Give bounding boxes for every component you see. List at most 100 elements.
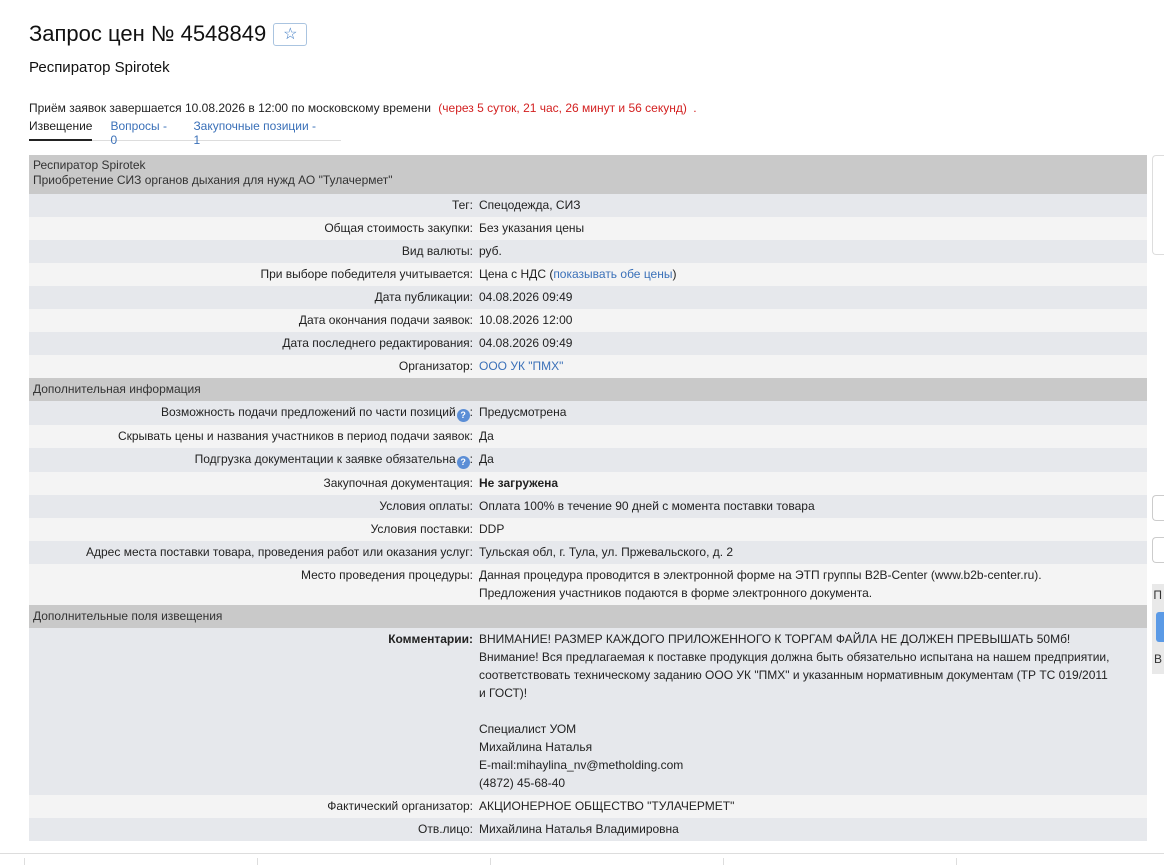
page-subtitle: Респиратор Spirotek bbox=[29, 59, 170, 76]
deadline-dot: . bbox=[693, 101, 697, 115]
page-title: Запрос цен № 4548849 bbox=[29, 21, 267, 46]
comment-line: соответствовать техническому заданию ООО… bbox=[479, 668, 1108, 682]
divider-tick bbox=[24, 858, 25, 865]
row-label: Организатор: bbox=[398, 359, 473, 373]
comment-line: Михайлина Наталья bbox=[479, 740, 593, 754]
sidebar-input[interactable] bbox=[1152, 495, 1164, 521]
row-value: ВНИМАНИЕ! РАЗМЕР КАЖДОГО ПРИЛОЖЕННОГО К … bbox=[476, 628, 1147, 795]
row-publication-date: Дата публикации: 04.08.2026 09:49 bbox=[29, 286, 1147, 309]
row-winner-criteria: При выборе победителя учитывается: Цена … bbox=[29, 263, 1147, 286]
procedure-place-line: Предложения участников подаются в форме … bbox=[479, 586, 873, 600]
row-currency: Вид валюты: руб. bbox=[29, 240, 1147, 263]
row-label: Дата последнего редактирования: bbox=[282, 336, 473, 350]
comment-line bbox=[479, 702, 1143, 720]
row-label: Дата публикации: bbox=[374, 290, 473, 304]
tab-purchase-items[interactable]: Закупочные позиции - 1 bbox=[193, 118, 323, 147]
row-delivery-address: Адрес места поставки товара, проведения … bbox=[29, 541, 1147, 564]
row-hide-prices: Скрывать цены и названия участников в пе… bbox=[29, 425, 1147, 448]
row-value: АКЦИОНЕРНОЕ ОБЩЕСТВО "ТУЛАЧЕРМЕТ" bbox=[479, 799, 735, 813]
row-responsible-person: Отв.лицо: Михайлина Наталья Владимировна bbox=[29, 818, 1147, 841]
row-value: ООО УК "ПМХ" bbox=[476, 355, 1147, 378]
divider-tick bbox=[490, 858, 491, 865]
tab-notice[interactable]: Извещение bbox=[29, 118, 93, 141]
row-value: 10.08.2026 12:00 bbox=[479, 313, 573, 327]
divider-tick bbox=[257, 858, 258, 865]
row-label: Скрывать цены и названия участников в пе… bbox=[117, 429, 473, 443]
row-label: Возможность подачи предложений по части … bbox=[160, 405, 473, 422]
row-value: Цена с НДС (показывать обе цены) bbox=[476, 263, 1147, 286]
row-value: 04.08.2026 09:49 bbox=[479, 290, 573, 304]
help-icon[interactable]: ? bbox=[456, 456, 470, 469]
comment-line: (4872) 45-68-40 bbox=[479, 776, 566, 790]
row-procedure-place: Место проведения процедуры: Данная проце… bbox=[29, 564, 1147, 605]
row-cost: Общая стоимость закупки: Без указания це… bbox=[29, 217, 1147, 240]
row-comments: Комментарии: ВНИМАНИЕ! РАЗМЕР КАЖДОГО ПР… bbox=[29, 628, 1147, 795]
row-partial-offers: Возможность подачи предложений по части … bbox=[29, 401, 1147, 425]
row-label: Общая стоимость закупки: bbox=[324, 221, 473, 235]
row-procurement-docs: Закупочная документация: Не загружена bbox=[29, 472, 1147, 495]
row-label: Закупочная документация: bbox=[323, 476, 473, 490]
winner-value-text: Цена с НДС ( bbox=[479, 267, 554, 281]
comment-line: ВНИМАНИЕ! РАЗМЕР КАЖДОГО ПРИЛОЖЕННОГО К … bbox=[479, 632, 1071, 646]
row-label: Дата окончания подачи заявок: bbox=[298, 313, 473, 327]
row-label: Условия поставки: bbox=[370, 522, 473, 536]
winner-value-close: ) bbox=[672, 267, 677, 281]
row-payment-terms: Условия оплаты: Оплата 100% в течение 90… bbox=[29, 495, 1147, 518]
row-label: Вид валюты: bbox=[401, 244, 473, 258]
divider-tick bbox=[956, 858, 957, 865]
row-value: Тульская обл, г. Тула, ул. Пржевальского… bbox=[479, 545, 734, 559]
show-both-prices-link[interactable]: показывать обе цены bbox=[553, 267, 672, 281]
favorite-star-button[interactable]: ☆ bbox=[273, 22, 308, 46]
notice-header: Респиратор Spirotek Приобретение СИЗ орг… bbox=[29, 155, 1147, 194]
upload-required-label: Подгрузка документации к заявке обязател… bbox=[194, 452, 456, 466]
row-actual-organizer: Фактический организатор: АКЦИОНЕРНОЕ ОБЩ… bbox=[29, 795, 1147, 818]
row-end-date: Дата окончания подачи заявок: 10.08.2026… bbox=[29, 309, 1147, 332]
row-label: Комментарии: bbox=[388, 632, 473, 646]
sidebar-panel bbox=[1152, 155, 1164, 255]
row-label: Условия оплаты: bbox=[379, 499, 473, 513]
row-value: Без указания цены bbox=[479, 221, 585, 235]
deadline-notice: Приём заявок завершается 10.08.2026 в 12… bbox=[29, 101, 697, 115]
row-value: Да bbox=[479, 452, 494, 466]
row-label: Место проведения процедуры: bbox=[300, 568, 473, 582]
row-value: Оплата 100% в течение 90 дней с момента … bbox=[479, 499, 815, 513]
row-label: Адрес места поставки товара, проведения … bbox=[86, 545, 473, 559]
title-row: Запрос цен № 4548849 ☆ bbox=[29, 21, 308, 47]
sidebar-letter: П bbox=[1153, 588, 1162, 602]
help-icon[interactable]: ? bbox=[456, 409, 470, 422]
sidebar-blue-button[interactable] bbox=[1156, 612, 1164, 642]
row-value: Спецодежда, СИЗ bbox=[479, 198, 581, 212]
row-label: Подгрузка документации к заявке обязател… bbox=[194, 452, 473, 469]
partial-offers-label: Возможность подачи предложений по части … bbox=[160, 405, 456, 419]
comment-line: E-mail:mihaylina_nv@metholding.com bbox=[479, 758, 684, 772]
row-label: При выборе победителя учитывается: bbox=[260, 267, 473, 281]
row-upload-required: Подгрузка документации к заявке обязател… bbox=[29, 448, 1147, 472]
comment-line: Внимание! Вся предлагаемая к поставке пр… bbox=[479, 650, 1110, 664]
organizer-link[interactable]: ООО УК "ПМХ" bbox=[479, 359, 563, 373]
notice-table: Респиратор Spirotek Приобретение СИЗ орг… bbox=[29, 155, 1147, 841]
row-label: Отв.лицо: bbox=[418, 822, 473, 836]
right-sidebar-edge: П В bbox=[1152, 155, 1164, 675]
comment-line: и ГОСТ)! bbox=[479, 686, 528, 700]
row-edit-date: Дата последнего редактирования: 04.08.20… bbox=[29, 332, 1147, 355]
procedure-place-line: Данная процедура проводится в электронно… bbox=[479, 568, 1042, 582]
row-delivery-terms: Условия поставки: DDP bbox=[29, 518, 1147, 541]
row-value: Предусмотрена bbox=[479, 405, 567, 419]
row-tag: Тег: Спецодежда, СИЗ bbox=[29, 194, 1147, 217]
row-label: Фактический организатор: bbox=[327, 799, 473, 813]
comment-line: Специалист УОМ bbox=[479, 722, 577, 736]
star-icon: ☆ bbox=[283, 25, 298, 43]
row-value: Михайлина Наталья Владимировна bbox=[479, 822, 679, 836]
section-additional-info: Дополнительная информация bbox=[29, 378, 1147, 401]
tabs-bar: Извещение Вопросы - 0 Закупочные позиции… bbox=[29, 118, 341, 147]
sidebar-input[interactable] bbox=[1152, 537, 1164, 563]
section-extra-fields: Дополнительные поля извещения bbox=[29, 605, 1147, 628]
deadline-countdown: (через 5 суток, 21 час, 26 минут и 56 се… bbox=[438, 101, 687, 115]
row-value: Не загружена bbox=[479, 476, 559, 490]
row-value: руб. bbox=[479, 244, 502, 258]
divider-tick bbox=[723, 858, 724, 865]
row-value: DDP bbox=[479, 522, 505, 536]
tab-questions[interactable]: Вопросы - 0 bbox=[110, 118, 175, 147]
deadline-text: Приём заявок завершается 10.08.2026 в 12… bbox=[29, 101, 431, 115]
sidebar-letter: В bbox=[1153, 652, 1162, 666]
